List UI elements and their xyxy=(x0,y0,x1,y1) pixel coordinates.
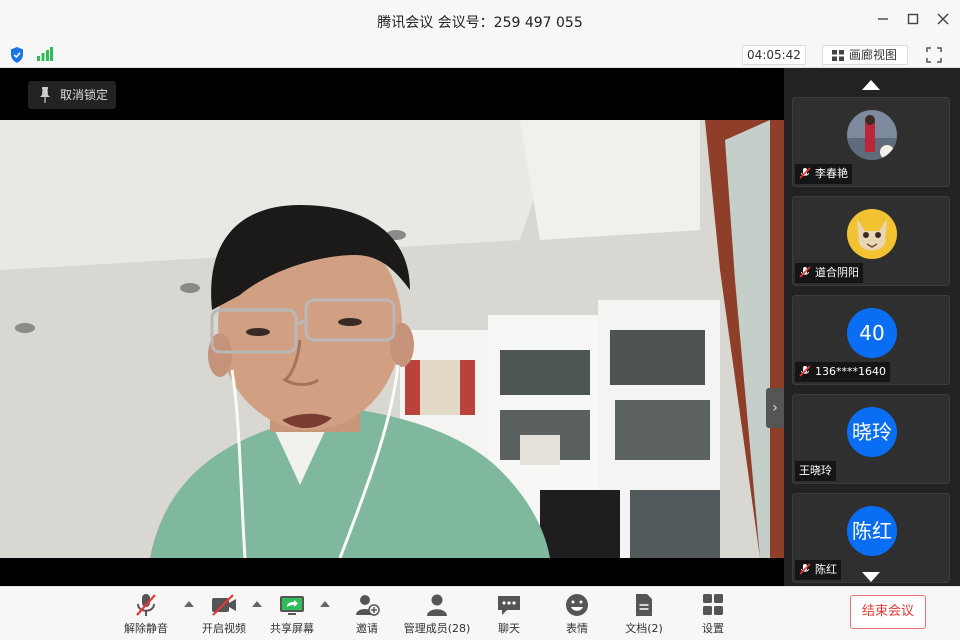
chevron-right-icon[interactable]: › xyxy=(766,388,784,428)
apps-grid-icon xyxy=(703,594,723,615)
participant-name-tag: 陈红 xyxy=(795,560,841,580)
share-screen-icon xyxy=(280,596,304,615)
end-meeting-button[interactable]: 结束会议 xyxy=(850,595,926,629)
mic-muted-icon xyxy=(799,266,811,278)
meeting-timer: 04:05:42 xyxy=(742,45,806,65)
speaker-video xyxy=(0,120,784,558)
participant-avatar: 陈红 xyxy=(847,506,897,556)
mic-muted-icon xyxy=(799,563,811,575)
participant-avatar: 40 xyxy=(847,308,897,358)
audio-options-caret[interactable] xyxy=(184,601,194,607)
mic-muted-icon xyxy=(799,365,811,377)
participant-avatar: 晓玲 xyxy=(847,407,897,457)
share-options-caret[interactable] xyxy=(320,601,330,607)
invite-button[interactable]: 邀请 xyxy=(345,593,389,637)
participant-avatar-photo xyxy=(847,209,897,259)
title-bar: 腾讯会议 会议号：259 497 055 xyxy=(0,0,960,42)
gallery-view-label: 画廊视图 xyxy=(849,48,898,62)
settings-button[interactable]: 设置 xyxy=(692,593,734,637)
shield-icon[interactable] xyxy=(10,47,24,63)
window-title: 腾讯会议 会议号：259 497 055 xyxy=(377,15,583,31)
maximize-icon[interactable] xyxy=(904,12,922,30)
scroll-down-arrow-icon[interactable] xyxy=(862,572,880,582)
fullscreen-icon[interactable] xyxy=(926,47,942,63)
reactions-button[interactable]: 表情 xyxy=(556,593,598,637)
video-off-icon xyxy=(212,594,236,616)
manage-members-button[interactable]: 管理成员(28) xyxy=(403,593,471,637)
document-icon xyxy=(636,594,652,616)
scroll-up-arrow-icon[interactable] xyxy=(862,80,880,90)
video-options-caret[interactable] xyxy=(252,601,262,607)
smiley-icon xyxy=(566,594,588,616)
participant-tile[interactable]: 晓玲 王晓玲 xyxy=(792,394,950,484)
documents-button[interactable]: 文档(2) xyxy=(622,593,666,637)
participant-name-tag: 136****1640 xyxy=(795,362,890,382)
participant-name-tag: 道合阴阳 xyxy=(795,263,863,283)
unpin-label: 取消锁定 xyxy=(60,88,109,102)
participant-name-tag: 李春艳 xyxy=(795,164,852,184)
unpin-button[interactable]: 取消锁定 xyxy=(28,81,116,109)
mic-muted-icon xyxy=(799,167,811,179)
chat-icon xyxy=(498,596,520,615)
meeting-toolbar: 解除静音 开启视频 共享屏幕 邀请 管理成员(28) 聊天 表情 文档(2) 设… xyxy=(0,586,960,640)
participant-tile[interactable]: 40 136****1640 xyxy=(792,295,950,385)
start-video-button[interactable]: 开启视频 xyxy=(196,593,252,637)
gallery-view-button[interactable]: 画廊视图 xyxy=(822,45,908,65)
status-bar: 04:05:42 画廊视图 xyxy=(0,42,960,68)
signal-bars-icon[interactable] xyxy=(37,47,53,61)
participant-name-tag: 王晓玲 xyxy=(795,461,836,481)
mic-muted-icon xyxy=(136,594,156,616)
participant-tile[interactable]: 李春艳 xyxy=(792,97,950,187)
participant-tile[interactable]: 陈红 陈红 xyxy=(792,493,950,583)
participant-avatar-photo xyxy=(847,110,897,160)
grid-view-icon xyxy=(832,50,844,61)
participant-tile[interactable]: 道合阴阳 xyxy=(792,196,950,286)
minimize-icon[interactable] xyxy=(874,12,892,30)
share-screen-button[interactable]: 共享屏幕 xyxy=(264,593,320,637)
chat-button[interactable]: 聊天 xyxy=(488,593,530,637)
members-icon xyxy=(427,594,447,616)
close-icon[interactable] xyxy=(934,12,952,30)
add-user-icon xyxy=(356,595,380,616)
unmute-button[interactable]: 解除静音 xyxy=(118,593,174,637)
pin-icon xyxy=(40,87,50,103)
participant-panel: 李春艳 道合阴阳 40 136****1640 晓玲 王晓玲 陈红 陈红 xyxy=(784,68,960,586)
main-video-area[interactable]: 取消锁定 › xyxy=(0,68,784,586)
